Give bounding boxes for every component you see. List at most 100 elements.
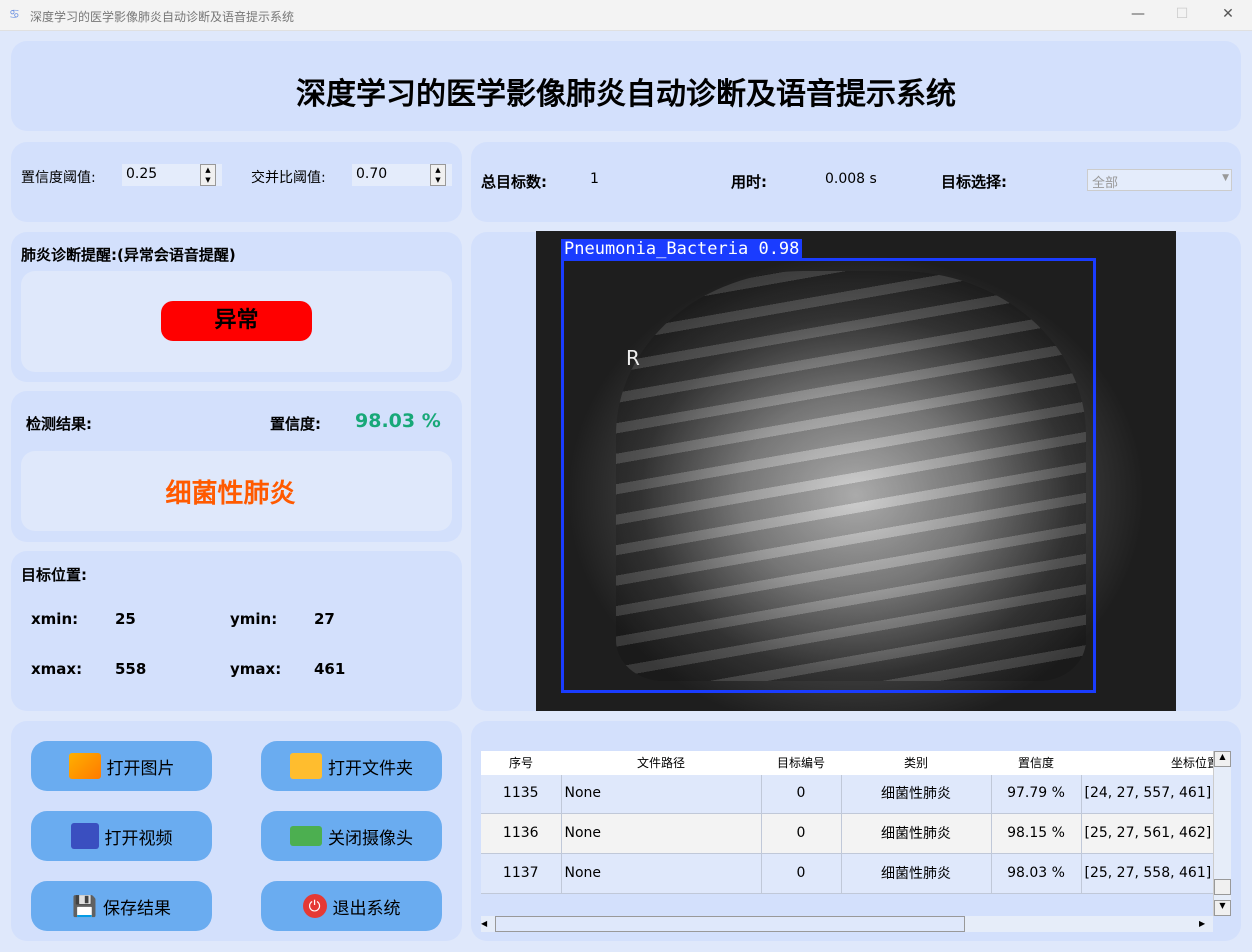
target-select-value: 全部	[1092, 176, 1119, 191]
iou-stepper[interactable]: ▲ ▼	[430, 164, 446, 186]
horizontal-scrollbar[interactable]: ◀ ▶	[481, 916, 1213, 932]
table-cell: [25, 27, 558, 461]	[1081, 853, 1213, 894]
total-targets-value: 1	[590, 171, 599, 187]
column-header[interactable]: 序号	[481, 751, 561, 775]
column-header[interactable]: 类别	[841, 751, 991, 775]
open-image-button[interactable]: 打开图片	[31, 741, 212, 791]
title-bar: ♋ 深度学习的医学影像肺炎自动诊断及语音提示系统 — ☐ ✕	[0, 0, 1252, 31]
conf-stepper[interactable]: ▲ ▼	[200, 164, 216, 186]
table-row[interactable]: 1136 None 0 细菌性肺炎 98.15 % [25, 27, 561, 462]	[481, 813, 1213, 854]
iou-threshold-label: 交并比阈值:	[251, 170, 326, 186]
alert-box: 异常	[21, 271, 452, 372]
column-header[interactable]: 坐标位置	[1081, 751, 1213, 775]
alert-panel: 肺炎诊断提醒:(异常会语音提醒) 异常	[11, 232, 462, 382]
power-icon: ⏻	[302, 894, 327, 918]
result-label: 检测结果:	[26, 415, 92, 433]
table-header: 序号 文件路径 目标编号 类别 置信度 坐标位置	[481, 751, 1213, 775]
table-cell: 1137	[481, 853, 562, 894]
column-header[interactable]: 文件路径	[561, 751, 761, 775]
table-cell: 0	[761, 853, 842, 894]
page-title: 深度学习的医学影像肺炎自动诊断及语音提示系统	[296, 77, 956, 112]
xmin-label: xmin:	[31, 610, 79, 628]
image-icon	[68, 753, 101, 779]
save-icon: 💾	[72, 894, 97, 918]
table-cell: [24, 27, 557, 461]	[1081, 773, 1213, 814]
open-folder-button[interactable]: 打开文件夹	[261, 741, 442, 791]
table-cell: 1136	[481, 813, 562, 854]
detection-box	[561, 258, 1096, 693]
table-cell: 0	[761, 813, 842, 854]
position-title: 目标位置:	[21, 566, 87, 584]
table-cell: None	[561, 773, 762, 814]
close-camera-label: 关闭摄像头	[328, 828, 413, 849]
xmax-value: 558	[115, 660, 147, 678]
folder-icon	[290, 753, 322, 779]
video-icon	[70, 823, 99, 849]
confidence-label: 置信度:	[270, 415, 321, 433]
detection-label: Pneumonia_Bacteria 0.98	[561, 239, 803, 259]
alert-title: 肺炎诊断提醒:(异常会语音提醒)	[21, 246, 236, 264]
camera-icon	[290, 826, 322, 846]
table-cell: 98.03 %	[991, 853, 1082, 894]
open-video-label: 打开视频	[104, 828, 173, 849]
table-panel: 1134None0细菌性肺炎97.79 %[24, 27, 557, 461]1…	[471, 721, 1241, 941]
xray-image: Pneumonia_Bacteria 0.98 R	[536, 231, 1176, 711]
time-value: 0.008 s	[825, 171, 877, 187]
buttons-panel: 打开图片 打开文件夹 打开视频 关闭摄像头 💾 保存结果 ⏻ 退出系统	[11, 721, 462, 941]
time-label: 用时:	[731, 173, 767, 191]
lungs-icon: ♋	[9, 7, 20, 21]
target-select[interactable]: 全部 ▼	[1087, 169, 1232, 191]
table-cell: None	[561, 813, 762, 854]
stats-panel: 总目标数: 1 用时: 0.008 s 目标选择: 全部 ▼	[471, 142, 1241, 222]
close-button[interactable]: ✕	[1218, 6, 1238, 22]
ymin-value: 27	[314, 610, 335, 628]
save-button[interactable]: 💾 保存结果	[31, 881, 212, 931]
table-cell: 细菌性肺炎	[841, 853, 992, 894]
ymin-label: ymin:	[230, 610, 278, 628]
ymax-label: ymax:	[230, 660, 282, 678]
chevron-down-icon: ▼	[1222, 173, 1229, 183]
scroll-thumb[interactable]	[1214, 879, 1231, 895]
open-video-button[interactable]: 打开视频	[31, 811, 212, 861]
open-image-label: 打开图片	[106, 758, 175, 779]
table-cell: 97.79 %	[991, 773, 1082, 814]
status-badge: 异常	[161, 301, 312, 341]
total-targets-label: 总目标数:	[481, 173, 547, 191]
table-cell: 0	[761, 773, 842, 814]
table-row[interactable]: 1137 None 0 细菌性肺炎 98.03 % [25, 27, 558, 461]	[481, 853, 1213, 894]
table-cell: [25, 27, 561, 462]	[1081, 813, 1213, 854]
table-row[interactable]: 1135 None 0 细菌性肺炎 97.79 % [24, 27, 557, 461]	[481, 773, 1213, 814]
result-panel: 检测结果: 置信度: 98.03 % 细菌性肺炎	[11, 391, 462, 542]
position-panel: 目标位置: xmin: 25 ymin: 27 xmax: 558 ymax: …	[11, 551, 462, 711]
image-panel: Pneumonia_Bacteria 0.98 R	[471, 231, 1241, 711]
window-title: 深度学习的医学影像肺炎自动诊断及语音提示系统	[30, 10, 295, 24]
class-value: 细菌性肺炎	[165, 479, 296, 509]
save-label: 保存结果	[102, 898, 171, 919]
column-header[interactable]: 置信度	[991, 751, 1081, 775]
target-select-label: 目标选择:	[941, 173, 1007, 191]
scroll-thumb[interactable]	[495, 916, 965, 932]
class-box: 细菌性肺炎	[21, 451, 452, 531]
results-table: 1134None0细菌性肺炎97.79 %[24, 27, 557, 461]1…	[481, 751, 1213, 916]
table-cell: 细菌性肺炎	[841, 813, 992, 854]
xmin-value: 25	[115, 610, 136, 628]
maximize-button[interactable]: ☐	[1172, 6, 1192, 22]
exit-button[interactable]: ⏻ 退出系统	[261, 881, 442, 931]
column-header[interactable]: 目标编号	[761, 751, 841, 775]
close-camera-button[interactable]: 关闭摄像头	[261, 811, 442, 861]
xmax-label: xmax:	[31, 660, 83, 678]
table-cell: 1135	[481, 773, 562, 814]
table-cell: 98.15 %	[991, 813, 1082, 854]
vertical-scrollbar[interactable]: ▲ ▼	[1213, 751, 1231, 916]
exit-label: 退出系统	[332, 898, 401, 919]
confidence-value: 98.03 %	[355, 410, 441, 432]
minimize-button[interactable]: —	[1128, 6, 1148, 22]
conf-threshold-label: 置信度阈值:	[21, 170, 96, 186]
header-panel: 深度学习的医学影像肺炎自动诊断及语音提示系统	[11, 41, 1241, 131]
open-folder-label: 打开文件夹	[328, 758, 413, 779]
table-cell: None	[561, 853, 762, 894]
xray-marker-r: R	[626, 346, 640, 370]
table-cell: 细菌性肺炎	[841, 773, 992, 814]
params-panel: 置信度阈值: 0.25 ▲ ▼ 交并比阈值: 0.70 ▲ ▼	[11, 142, 462, 222]
ymax-value: 461	[314, 660, 346, 678]
